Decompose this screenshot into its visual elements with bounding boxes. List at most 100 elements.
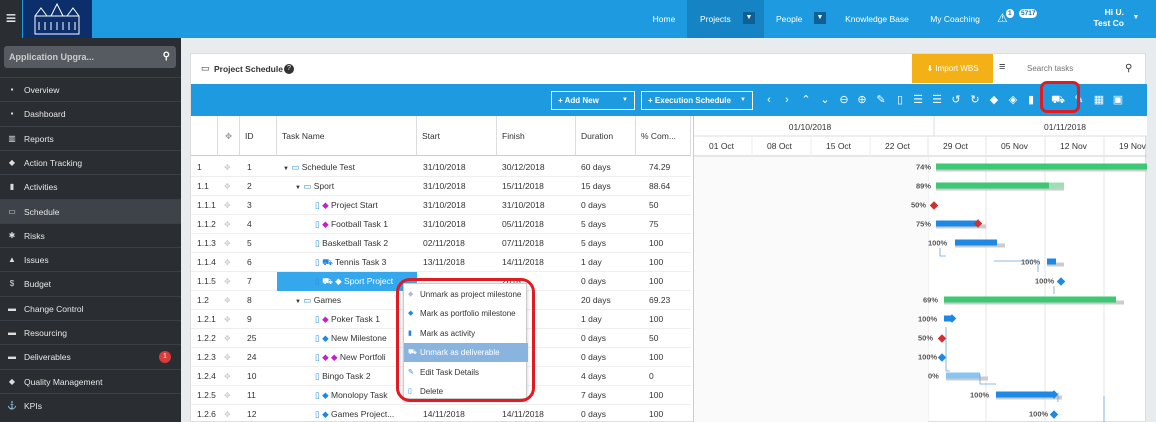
task-name-cell[interactable]: ▯ ◆ Project Start [277,196,417,215]
company-logo[interactable] [23,0,92,38]
table-row[interactable]: 1.1 ✥ 2 ▼ ▭ Sport 31/10/2018 15/11/2018 15 day… [191,177,691,196]
header-duration[interactable]: Duration [576,116,636,156]
header-id[interactable]: ID [240,116,277,156]
sidebar-item-issues[interactable]: ▲ Issues [0,247,181,271]
zoom-out-icon[interactable]: ⊖ [837,93,851,107]
list-menu-icon[interactable]: ≡ [999,61,1005,73]
table-row[interactable]: 1.1.2 ✥ 4 ▯ ◆ Football Task 1 31/10/2018 05/1… [191,215,691,234]
chevron-down-icon: ▼ [740,97,746,103]
percent-complete-cell: 50 [649,200,659,210]
nav-home[interactable]: Home [645,0,683,38]
sidebar-item-risks[interactable]: ✱ Risks [0,222,181,247]
nav-my-coaching[interactable]: My Coaching [922,0,988,38]
drag-handle-icon[interactable]: ✥ [224,348,234,367]
task-name: Sport Project [344,276,394,286]
expand-caret-icon[interactable]: ▼ [295,299,301,305]
add-new-button[interactable]: + Add New ▼ [551,91,635,110]
id-cell: 9 [247,314,252,324]
drag-handle-icon[interactable]: ✥ [224,367,234,386]
highlight-box [1040,81,1080,113]
diamond-outline-icon[interactable]: ◈ [1006,93,1020,107]
sidebar-item-budget[interactable]: $ Budget [0,271,181,295]
user-menu[interactable]: Hi U. Test Co [1088,7,1124,29]
header-start[interactable]: Start [417,116,497,156]
drag-handle-icon[interactable]: ✥ [224,234,234,253]
percent-complete-cell: 100 [649,314,664,324]
bookmark-icon[interactable]: ▮ [1024,93,1038,107]
start-cell: 31/10/2018 [423,162,466,172]
message-badge: 5717 [1019,9,1038,18]
drag-handle-icon[interactable]: ✥ [224,196,234,215]
sidebar-item-kpis[interactable]: ⚓ KPIs [0,392,181,417]
expand-caret-icon[interactable]: ▼ [295,185,301,191]
expand-caret-icon[interactable]: ▼ [283,166,289,172]
drag-handle-icon[interactable]: ✥ [224,386,234,405]
task-name-cell[interactable]: ▯ ◆ Football Task 1 [277,215,417,234]
highlighter-icon[interactable]: ✎ [874,93,888,107]
double-down-icon[interactable]: ⌄ [818,93,832,107]
search-icon[interactable]: ⚲ [163,46,170,68]
indent-icon[interactable]: ☰ [911,93,925,107]
sidebar-item-resourcing[interactable]: ▬ Resourcing [0,320,181,344]
search-tasks-input[interactable] [1021,60,1139,78]
table-row[interactable]: 1.1.3 ✥ 5 ▯ Basketball Task 2 02/11/2018 07/1… [191,234,691,253]
people-dropdown-icon[interactable]: ▼ [814,12,826,24]
highlight-box [396,278,535,402]
task-name: Poker Task 1 [330,314,380,324]
search-icon[interactable]: ⚲ [1125,63,1132,74]
projects-dropdown-icon[interactable]: ▼ [743,12,755,24]
sidebar-item-activities[interactable]: ▮ Activities [0,174,181,198]
sidebar-item-deliverables[interactable]: ▬ Deliverables 1 [0,344,181,368]
help-icon[interactable]: ? [284,64,294,74]
sidebar-item-overview[interactable]: ▪ Overview [0,77,181,101]
sidebar-item-action-tracking[interactable]: ◆ Action Tracking [0,149,181,174]
chevron-left-icon[interactable]: ‹ [762,93,776,107]
task-name: Bingo Task 2 [322,371,371,381]
import-wbs-button[interactable]: ⬇ Import WBS [912,54,993,83]
drag-handle-icon[interactable]: ✥ [224,310,234,329]
zoom-in-icon[interactable]: ⊕ [855,93,869,107]
header-task-name[interactable]: Task Name [277,116,417,156]
sidebar-item-dashboard[interactable]: ▪ Dashboard [0,101,181,125]
drag-handle-icon[interactable]: ✥ [224,329,234,348]
user-dropdown-icon[interactable]: ▼ [1130,12,1142,24]
trash-icon[interactable]: ▯ [893,93,907,107]
task-name-cell[interactable]: ▯ Basketball Task 2 [277,234,417,253]
progress-label: 0% [928,372,939,381]
id-cell: 10 [247,371,257,381]
sidebar-item-quality-management[interactable]: ◆ Quality Management [0,368,181,393]
table-row[interactable]: 1.1.1 ✥ 3 ▯ ◆ Project Start 31/10/2018 31/10/… [191,196,691,215]
table-row[interactable]: 1.2.6 ✥ 12 ▯ ◆ Games Project... 14/11/2018 14… [191,405,691,422]
drag-handle-icon[interactable]: ✥ [224,253,234,272]
header-finish[interactable]: Finish [497,116,576,156]
id-cell: 5 [247,238,252,248]
redo-icon[interactable]: ↻ [968,93,982,107]
task-name-cell[interactable]: ▼ ▭ Schedule Test [277,158,417,177]
drag-handle-icon[interactable]: ✥ [224,405,234,422]
grid-icon[interactable]: ▦ [1092,93,1106,107]
execution-schedule-button[interactable]: + Execution Schedule ▼ [641,91,753,110]
double-up-icon[interactable]: ⌃ [799,93,813,107]
undo-icon[interactable]: ↺ [949,93,963,107]
task-name-cell[interactable]: ▼ ▭ Sport [277,177,417,196]
table-row[interactable]: 1.1.4 ✥ 6 ▯ ⛟ Tennis Task 3 13/11/2018 14/11/… [191,253,691,272]
sidebar-item-change-control[interactable]: ▬ Change Control [0,295,181,320]
header-percent-complete[interactable]: % Com... [636,116,691,156]
application-selector[interactable]: Application Upgra... ⚲ [4,46,176,68]
nav-knowledge-base[interactable]: Knowledge Base [838,0,916,38]
outdent-icon[interactable]: ☰ [930,93,944,107]
sidebar-item-schedule[interactable]: ▭ Schedule [0,198,181,223]
sidebar-item-reports[interactable]: ▥ Reports [0,125,181,150]
diamond-icon[interactable]: ◆ [987,93,1001,107]
drag-handle-icon[interactable]: ✥ [224,272,234,291]
drag-handle-icon[interactable]: ✥ [224,291,234,310]
task-name-cell[interactable]: ▯ ◆ Games Project... [277,405,417,422]
table-row[interactable]: 1 ✥ 1 ▼ ▭ Schedule Test 31/10/2018 30/12/2018… [191,158,691,177]
save-icon[interactable]: ▣ [1111,93,1125,107]
task-name-cell[interactable]: ▯ ⛟ Tennis Task 3 [277,253,417,272]
drag-handle-icon[interactable]: ✥ [224,177,234,196]
chevron-right-icon[interactable]: › [780,93,794,107]
drag-handle-icon[interactable]: ✥ [224,158,234,177]
drag-handle-icon[interactable]: ✥ [224,215,234,234]
hamburger-icon[interactable]: ≡ [0,0,22,38]
